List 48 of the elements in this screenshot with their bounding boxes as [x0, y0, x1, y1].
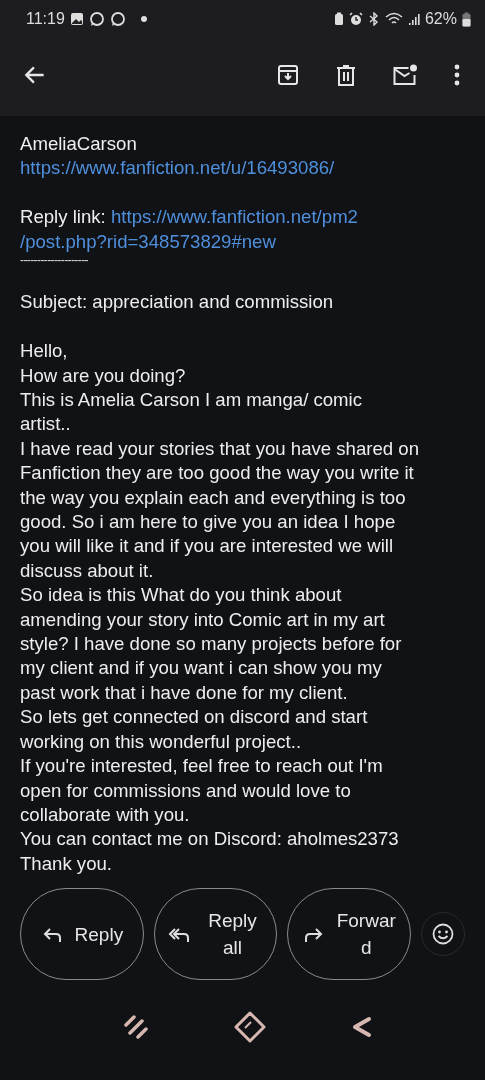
body-text: collaborate with you. [20, 802, 191, 827]
recent-apps-icon[interactable] [121, 1013, 150, 1041]
status-time: 11:19 [26, 10, 65, 28]
body-text: So lets get connected on discord and start [20, 705, 369, 730]
chat-icon [109, 11, 126, 27]
body-text: discuss about it. [20, 558, 155, 583]
signal-icon [407, 12, 420, 26]
delete-icon[interactable] [334, 63, 358, 87]
body-text: you will like it and if you are interested we will [20, 534, 395, 559]
body-text: past work that i have done for my client. [20, 680, 349, 705]
body-text: If you're interested, feel free to reach out I'm [20, 754, 384, 779]
battery-percent: 62% [424, 10, 457, 28]
body-text: Hello, [20, 339, 69, 364]
archive-icon[interactable] [276, 63, 300, 87]
wifi-icon [384, 12, 403, 26]
body-text: Thank you. [20, 851, 113, 876]
body-text: amending your story into Comic art in my art [20, 607, 386, 632]
profile-link[interactable]: https://www.fanfiction.net/u/16493086/ [20, 156, 465, 181]
body-text: open for commissions and would love to [20, 778, 352, 803]
notification-dot-icon [140, 16, 147, 22]
mark-unread-icon[interactable] [392, 63, 419, 87]
subject-text: Subject: appreciation and commission [20, 290, 335, 315]
home-icon[interactable] [232, 1010, 267, 1044]
battery-icon [462, 11, 471, 27]
reply-label: Reply link: [20, 206, 106, 228]
body-text: artist.. [20, 412, 72, 437]
body-text: the way you explain each and everything is too [20, 485, 407, 510]
bluetooth-icon [367, 12, 380, 26]
body-text: This is Amelia Carson I am manga/ comic [20, 388, 364, 412]
smiley-icon [431, 922, 456, 946]
more-options-icon[interactable] [453, 63, 461, 87]
body-text: Fanfiction they are too good the way you write it [20, 461, 415, 486]
alarm-icon [348, 12, 363, 26]
body-text: style? I have done so many projects before for [20, 632, 403, 657]
battery-saver-icon [333, 12, 344, 26]
body-text: my client and if you want i can show you my [20, 656, 383, 681]
sender-name: AmeliaCarson [20, 132, 138, 156]
body-text: I have read your stories that you have shared on [20, 436, 420, 461]
separator-text: -------------------- [20, 254, 88, 266]
body-text: You can contact me on Discord: aholmes2373 [20, 827, 400, 852]
body-text: How are you doing? [20, 363, 187, 388]
body-text: So idea is this What do you think about [20, 583, 343, 608]
body-text: good. So i am here to give you an idea I hope [20, 510, 397, 535]
image-icon [69, 12, 84, 26]
body-text: working on this wonderful project.. [20, 729, 303, 754]
reply-link[interactable]: /post.php?rid=348573829#new [20, 229, 465, 254]
chat-icon [88, 11, 105, 27]
reply-link[interactable]: https://www.fanfiction.net/pm2 [110, 206, 358, 228]
